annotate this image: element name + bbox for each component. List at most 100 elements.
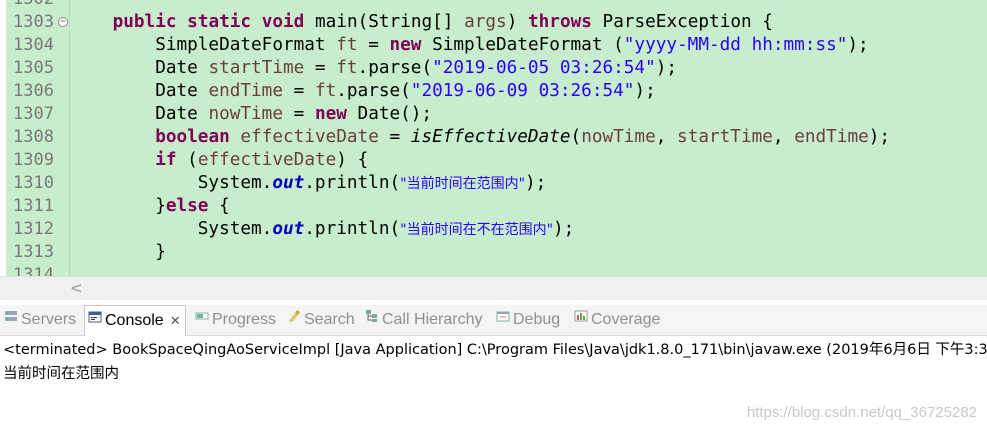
code-line: 1314 [0,264,987,276]
code-line: 1311 }else { [0,195,987,218]
code-token: ParseException { [591,12,773,32]
code-line: 1306 Date endTime = ft.parse("2019-06-09… [0,80,987,103]
code-token: = [378,127,411,147]
code-token: Date [70,104,209,124]
code-token: main(String[] [304,12,465,32]
code-token: = [282,81,315,101]
fold-toggle-icon[interactable]: − [58,17,68,27]
code-token: ); [655,58,678,78]
tab-servers[interactable]: Servers [4,305,76,335]
code-token: startTime [208,58,305,78]
call-hierarchy-icon [365,304,379,334]
code-line: 1307 Date nowTime = new Date(); [0,103,987,126]
code-editor[interactable]: 13021303− public static void main(String… [0,0,987,276]
code-token: ft [336,58,358,78]
line-number: 1306 [13,81,54,101]
code-token: new [389,35,422,55]
code-token: ); [847,35,869,55]
line-number: 1310 [13,173,54,193]
code-line: 1309 if (effectiveDate) { [0,149,987,172]
tab-label: Debug [513,311,561,329]
code-token: else [165,196,209,216]
code-token: if [155,150,177,170]
tab-label: Servers [21,311,77,329]
servers-icon [4,304,18,334]
tab-coverage[interactable]: Coverage [574,305,660,335]
watermark: https://blog.csdn.net/qq_36725282 [746,404,977,421]
code-text: Date nowTime = new Date(); [70,103,432,126]
code-token: effectiveDate [240,127,379,147]
code-line: 1303− public static void main(String[] a… [0,11,987,34]
code-token: System. [70,173,273,193]
tab-label: Search [304,311,355,329]
code-token: ft [314,81,337,101]
tab-label: Call Hierarchy [382,311,483,329]
code-token: throws [528,12,592,32]
code-line: 1304 SimpleDateFormat ft = new SimpleDat… [0,34,987,57]
code-token: args [464,12,507,32]
code-token: ( [570,127,582,147]
code-token: = [357,35,390,55]
coverage-icon [574,304,588,334]
code-token: ); [868,127,891,147]
code-line: 1313 } [0,241,987,264]
code-text: Date startTime = ft.parse("2019-06-05 03… [70,57,677,80]
line-number: 1314 [13,265,54,276]
code-text: SimpleDateFormat ft = new SimpleDateForm… [70,34,869,57]
progress-icon [195,304,209,334]
close-icon[interactable]: ✕ [170,313,181,328]
code-token: static [187,12,252,32]
code-text: }else { [70,195,230,218]
code-token: effectiveDate [197,150,337,170]
code-token: , [655,127,678,147]
tab-progress[interactable]: Progress [195,305,276,335]
tab-label: Console [105,312,164,330]
code-line: 1308 boolean effectiveDate = isEffective… [0,126,987,149]
code-token: ft [336,35,358,55]
console-icon [88,305,102,335]
line-number: 1313 [13,242,54,262]
code-token: "2019-06-09 03:26:54" [410,81,635,101]
code-line: 1310 System.out.println("当前时间在范围内"); [0,172,987,195]
line-number: 1304 [13,35,54,55]
code-token: ); [553,219,575,239]
tab-call-hierarchy[interactable]: Call Hierarchy [365,305,482,335]
code-token: "yyyy-MM-dd hh:mm:ss" [623,35,848,55]
code-token: ) { [336,150,369,170]
code-text: boolean effectiveDate = isEffectiveDate(… [70,126,890,149]
tab-search[interactable]: Search [287,305,355,335]
line-number: 1309 [13,150,54,170]
terminated-status: <terminated> BookSpaceQingAoServiceImpl … [3,342,987,358]
code-text: System.out.println("当前时间在范围内"); [70,172,547,196]
code-token: .parse( [336,81,411,101]
code-token: = [304,58,337,78]
code-token: } [70,196,166,216]
code-token: SimpleDateFormat ( [421,35,624,55]
code-token: new [314,104,347,124]
code-text: } [70,241,166,264]
code-token: ) [506,12,528,32]
line-number: 1308 [13,127,54,147]
code-text: public static void main(String[] args) t… [70,11,773,34]
horizontal-scrollbar[interactable]: < [0,276,987,300]
tab-console[interactable]: Console ✕ [84,305,186,336]
code-token: Date [70,58,209,78]
code-token: } [70,242,166,262]
tab-debug[interactable]: Debug [496,305,560,335]
line-number: 1302 [13,0,59,11]
debug-icon [496,304,510,334]
code-token: = [282,104,315,124]
scroll-left-icon[interactable]: < [70,279,83,297]
code-token: endTime [208,81,283,101]
code-token: nowTime [581,127,656,147]
code-token: isEffectiveDate [410,127,571,147]
tab-label: Coverage [591,311,661,329]
code-text: Date endTime = ft.parse("2019-06-09 03:2… [70,80,656,103]
code-line: 1305 Date startTime = ft.parse("2019-06-… [0,57,987,80]
code-token: Date [70,81,209,101]
code-token: startTime [677,127,773,147]
code-token: endTime [794,127,869,147]
